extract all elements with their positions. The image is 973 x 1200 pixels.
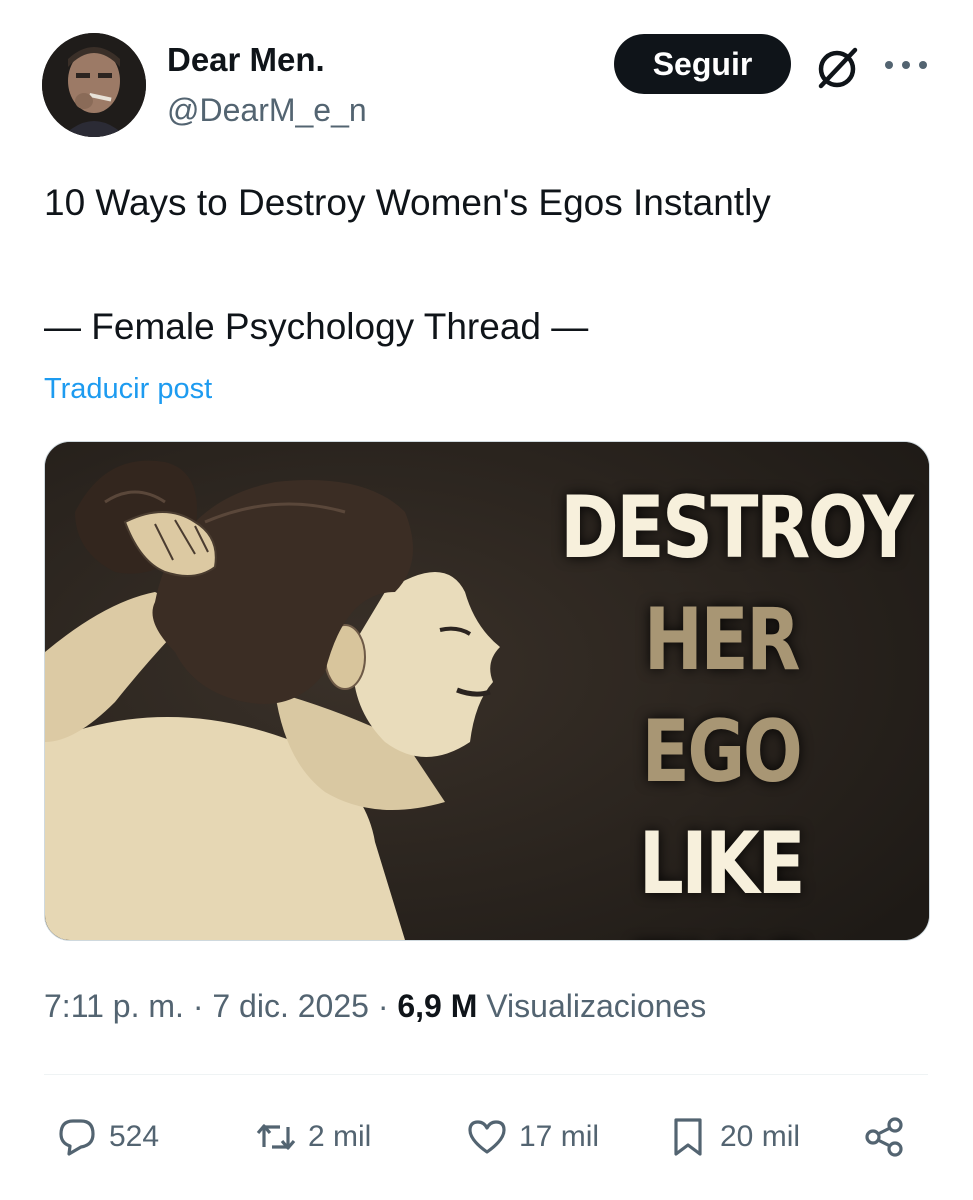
image-headline: DESTROY HER EGO LIKE THIS [525,472,917,940]
bookmark-icon [674,1118,702,1156]
follow-button[interactable]: Seguir [614,34,791,94]
bookmark-count: 20 mil [720,1120,801,1153]
post-meta: 7:11 p. m. · 7 dic. 2025 · 6,9 M Visuali… [44,984,706,1028]
avatar[interactable] [42,33,146,137]
translate-post-link[interactable]: Traducir post [44,370,212,408]
bookmark-button[interactable]: 20 mil [666,1112,800,1162]
views-count: 6,9 M [397,988,478,1024]
meta-separator: · [192,988,204,1024]
post-image[interactable]: DESTROY HER EGO LIKE THIS [44,441,930,941]
post-date[interactable]: 7 dic. 2025 [212,988,369,1024]
reply-count: 524 [109,1120,160,1153]
views-label: Visualizaciones [486,988,707,1024]
headline-line-1: DESTROY [560,478,914,578]
repost-button[interactable]: 2 mil [254,1112,371,1162]
like-button[interactable]: 17 mil [465,1112,599,1162]
meta-separator: · [377,988,389,1024]
headline-line-3: EGO [641,702,803,802]
share-button[interactable] [862,1112,906,1162]
headline-line-2: HER [643,590,801,690]
share-icon [865,1117,903,1157]
divider [44,1074,928,1075]
post-text-line-1: 10 Ways to Destroy Women's Egos Instantl… [44,182,771,223]
repost-count: 2 mil [308,1120,372,1153]
reply-icon [59,1119,95,1156]
like-count: 17 mil [519,1120,600,1153]
avatar-image [42,33,146,137]
like-icon [468,1120,506,1154]
post-text-line-2: — Female Psychology Thread — [44,306,589,347]
post-time[interactable]: 7:11 p. m. [44,988,184,1024]
author-name[interactable]: Dear Men. [167,40,325,80]
repost-icon [256,1124,296,1150]
reply-button[interactable]: 524 [55,1112,159,1162]
author-handle[interactable]: @DearM_e_n [167,90,367,130]
headline-line-4: LIKE THIS [634,814,811,940]
more-icon[interactable] [883,52,929,78]
grok-icon[interactable] [812,44,862,94]
